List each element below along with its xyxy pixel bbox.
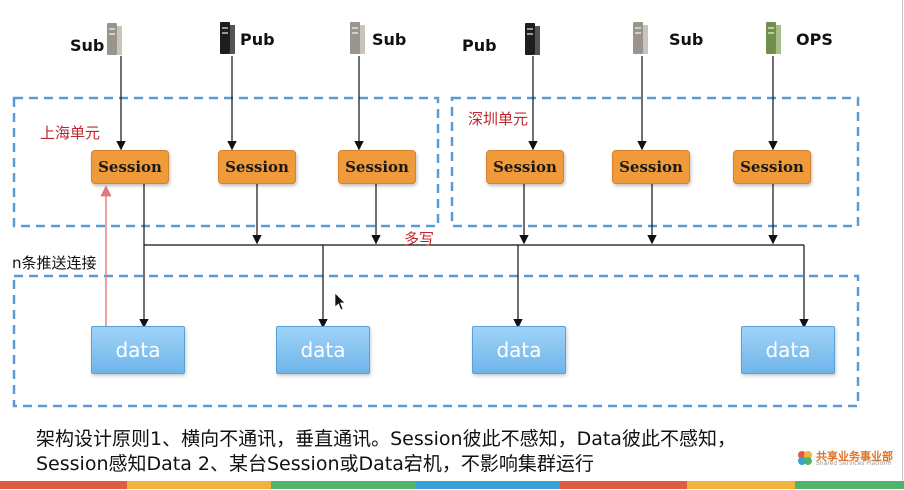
caption-line-1: 架构设计原则1、横向不通讯，垂直通讯。Session彼此不感知，Data彼此不感… (36, 428, 736, 450)
session-node: Session (486, 150, 564, 184)
diagram-canvas (12, 56, 860, 408)
top-node-label: Pub (462, 36, 497, 55)
footer-bar-segment (795, 481, 904, 489)
top-node-label: Sub (70, 36, 105, 55)
server-icon (633, 22, 648, 54)
data-node: data (91, 326, 185, 374)
top-node-ops: OPS (766, 22, 833, 54)
footer-bar-segment (271, 481, 416, 489)
data-node: data (276, 326, 370, 374)
shenzhen-unit-label: 深圳单元 (468, 110, 529, 128)
shared-services-logo: 共享业务事业部 Shared Services Platform (796, 448, 893, 470)
design-principles-caption: 架构设计原则1、横向不通讯，垂直通讯。Session彼此不感知，Data彼此不感… (36, 427, 881, 477)
session-node: Session (218, 150, 296, 184)
top-node-label: Sub (372, 29, 407, 49)
server-icon (220, 22, 235, 54)
session-node: Session (338, 150, 416, 184)
footer-bar-segment (686, 481, 796, 489)
session-node: Session (91, 150, 169, 184)
logo-en-text: Shared Services Platform (816, 460, 892, 467)
server-icon (524, 22, 540, 55)
server-icon (350, 22, 365, 54)
data-node: data (741, 326, 835, 374)
push-connections-label: n条推送连接 (12, 254, 97, 272)
top-node-pub-2: Pub (462, 22, 540, 55)
session-node: Session (612, 150, 690, 184)
footer-bar-segment (126, 481, 272, 489)
top-node-label: Pub (240, 29, 275, 49)
mouse-cursor-icon (334, 292, 346, 311)
shanghai-unit-label: 上海单元 (40, 124, 101, 142)
top-node-sub-1: Sub (70, 22, 123, 55)
multi-write-label: 多写 (404, 230, 435, 248)
top-node-label: OPS (796, 29, 833, 49)
logo-mark-icon (798, 451, 812, 465)
data-node: data (472, 326, 566, 374)
footer-color-bar (0, 481, 904, 489)
top-node-pub-1: Pub (220, 22, 275, 54)
server-icon (107, 22, 123, 55)
top-node-label: Sub (669, 29, 704, 49)
footer-bar-segment (560, 481, 687, 489)
caption-line-2: Session感知Data 2、某台Session或Data宕机，不影响集群运行 (36, 453, 594, 475)
footer-bar-segment (415, 481, 561, 489)
footer-bar-segment (0, 481, 127, 489)
server-icon (766, 22, 781, 54)
top-node-sub-2: Sub (350, 22, 406, 54)
session-node: Session (733, 150, 811, 184)
top-node-sub-3: Sub (633, 22, 703, 54)
